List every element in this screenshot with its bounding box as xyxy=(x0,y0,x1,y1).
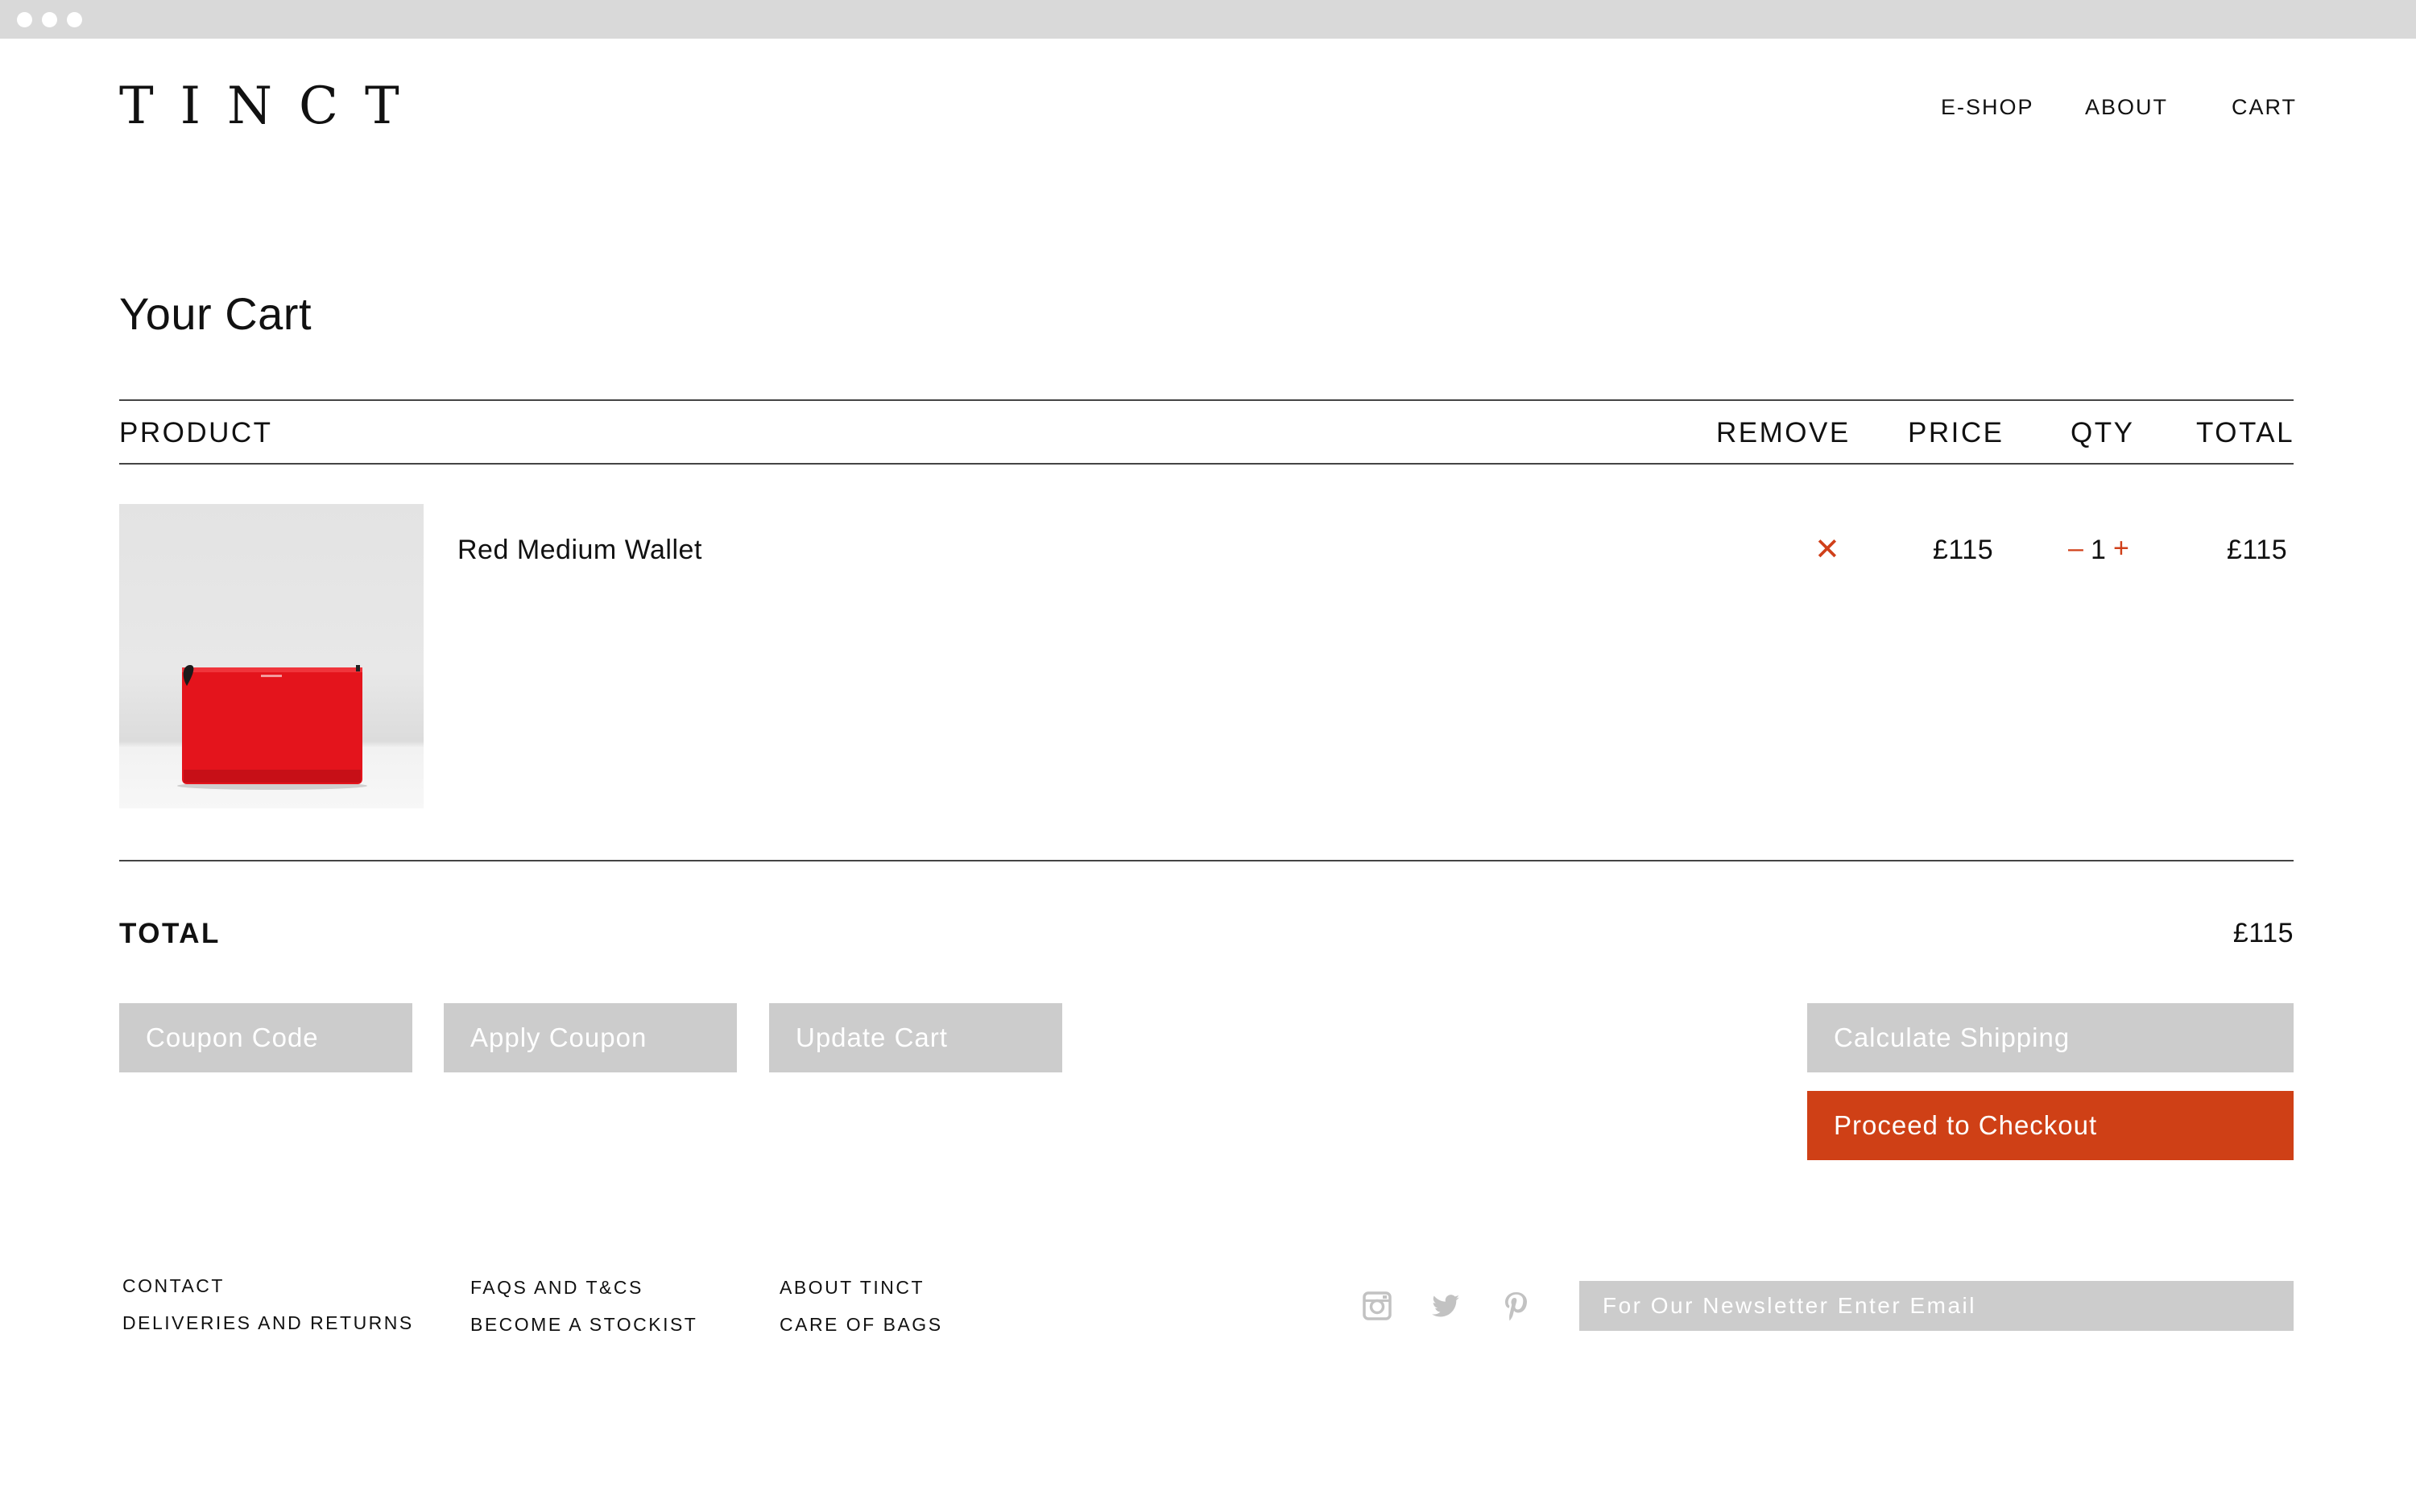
browser-chrome xyxy=(0,0,2416,39)
calculate-shipping-button[interactable]: Calculate Shipping xyxy=(1807,1003,2294,1072)
table-top-divider xyxy=(119,399,2294,401)
quantity-value: 1 xyxy=(2091,535,2107,565)
proceed-to-checkout-button[interactable]: Proceed to Checkout xyxy=(1807,1091,2294,1160)
window-dot-icon xyxy=(67,12,82,27)
instagram-icon[interactable] xyxy=(1361,1290,1393,1322)
twitter-icon[interactable] xyxy=(1429,1290,1462,1322)
quantity-decrease-button[interactable]: – xyxy=(2068,535,2083,562)
total-value: £115 xyxy=(2232,918,2294,948)
quantity-increase-button[interactable]: + xyxy=(2113,535,2129,562)
footer-link-deliveries[interactable]: DELIVERIES AND RETURNS xyxy=(122,1314,414,1332)
close-icon[interactable]: ✕ xyxy=(1814,535,1840,565)
column-header-remove: REMOVE xyxy=(1716,417,1851,448)
window-dot-icon xyxy=(17,12,32,27)
column-header-qty: QTY xyxy=(2071,417,2135,448)
footer-link-faqs[interactable]: FAQS AND T&CS xyxy=(470,1279,643,1297)
item-total: £115 xyxy=(2227,535,2288,565)
total-label: TOTAL xyxy=(119,918,221,949)
red-wallet-image[interactable] xyxy=(119,504,424,808)
page: TINCT E-SHOP ABOUT CART Your Cart PRODUC… xyxy=(0,39,2416,1512)
window-dot-icon xyxy=(42,12,57,27)
nav-item-eshop[interactable]: E-SHOP xyxy=(1941,95,2034,120)
product-name[interactable]: Red Medium Wallet xyxy=(457,536,702,564)
nav-item-about[interactable]: ABOUT xyxy=(2085,95,2168,120)
page-title: Your Cart xyxy=(119,288,312,339)
wallet-illustration xyxy=(177,665,367,790)
footer-link-stockist[interactable]: BECOME A STOCKIST xyxy=(470,1316,697,1334)
nav-item-cart[interactable]: CART xyxy=(2232,95,2297,120)
column-header-product: PRODUCT xyxy=(119,417,273,448)
column-header-price: PRICE xyxy=(1908,417,2004,448)
footer-link-about-tinct[interactable]: ABOUT TINCT xyxy=(780,1279,925,1297)
newsletter-email-input[interactable] xyxy=(1579,1281,2294,1331)
footer-link-contact[interactable]: CONTACT xyxy=(122,1277,225,1295)
brand-logo[interactable]: TINCT xyxy=(119,81,426,132)
update-cart-button[interactable]: Update Cart xyxy=(769,1003,1062,1072)
table-bottom-divider xyxy=(119,860,2294,861)
pinterest-icon[interactable] xyxy=(1500,1290,1532,1322)
footer-link-care[interactable]: CARE OF BAGS xyxy=(780,1316,943,1334)
table-header-divider xyxy=(119,463,2294,465)
coupon-code-input[interactable] xyxy=(119,1003,412,1072)
item-price: £115 xyxy=(1933,535,1994,565)
column-header-total: TOTAL xyxy=(2196,417,2295,448)
apply-coupon-button[interactable]: Apply Coupon xyxy=(444,1003,737,1072)
